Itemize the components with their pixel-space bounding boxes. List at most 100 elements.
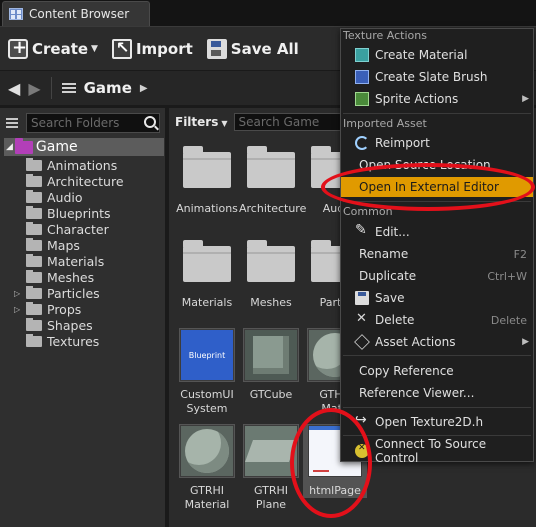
forward-arrow-icon[interactable]: ▶ — [28, 79, 40, 98]
asset-folder-tile[interactable]: Meshes — [239, 236, 303, 310]
menu-create-material[interactable]: Create Material — [341, 45, 533, 65]
section-texture-actions: Texture Actions — [343, 29, 427, 42]
asset-label-line: Material — [184, 498, 230, 511]
expand-arrow-icon[interactable]: ▷ — [14, 289, 20, 298]
import-button[interactable]: Import — [111, 38, 193, 59]
tree-folder-item[interactable]: Textures — [14, 333, 164, 349]
menu-edit[interactable]: Edit... — [341, 222, 533, 242]
edit-icon — [355, 222, 369, 239]
folder-icon — [26, 189, 42, 203]
filters-button[interactable]: Filters ▼ — [175, 115, 228, 129]
asset-folder-tile[interactable]: Materials — [175, 236, 239, 310]
tree-folder-label: Maps — [47, 237, 80, 253]
tree-root-game[interactable]: ◢ Game — [4, 137, 164, 156]
menu-reference-viewer-label: Reference Viewer... — [359, 386, 475, 400]
menu-reimport[interactable]: Reimport — [341, 133, 533, 153]
folder-icon — [247, 240, 295, 282]
menu-asset-actions-label: Asset Actions — [375, 335, 456, 349]
folder-icon — [26, 301, 42, 315]
path-divider — [50, 77, 52, 99]
asset-folder-tile[interactable]: Architecture — [239, 142, 307, 216]
menu-sprite-actions-label: Sprite Actions — [375, 92, 459, 106]
menu-open-header[interactable]: Open Texture2D.h — [341, 412, 533, 432]
asset-tile[interactable]: Blueprint CustomUI System — [175, 328, 239, 416]
folder-search-input[interactable]: Search Folders — [26, 113, 160, 133]
folder-icon — [26, 253, 42, 267]
menu-asset-actions[interactable]: Asset Actions ▶ — [341, 332, 533, 352]
tree-folder-item[interactable]: Blueprints — [14, 205, 164, 221]
asset-tile[interactable]: GTRHI Material — [175, 424, 239, 512]
asset-folder-tile[interactable]: Animations — [175, 142, 239, 216]
context-menu: Texture Actions Create Material Create S… — [340, 28, 534, 465]
folder-list-icon[interactable] — [61, 82, 76, 94]
menu-reimport-label: Reimport — [375, 136, 430, 150]
menu-copy-reference[interactable]: Copy Reference — [341, 361, 533, 381]
search-icon — [144, 116, 156, 128]
asset-label-line: GTRHI — [189, 484, 224, 497]
save-all-label: Save All — [230, 39, 299, 58]
menu-delete[interactable]: Delete Delete — [341, 310, 533, 330]
material-icon — [355, 48, 369, 62]
source-control-icon — [355, 443, 369, 458]
collapse-arrow-icon[interactable]: ◢ — [6, 142, 13, 152]
asset-label-line: System — [186, 402, 228, 415]
asset-search-input[interactable]: Search Game — [233, 113, 354, 131]
back-arrow-icon[interactable]: ◀ — [8, 79, 20, 98]
tree-folder-item[interactable]: Materials — [14, 253, 164, 269]
tree-folder-label: Particles — [47, 285, 100, 301]
tree-folder-item[interactable]: Animations — [14, 157, 164, 173]
asset-thumbnail — [179, 236, 235, 290]
menu-connect-source-control[interactable]: Connect To Source Control — [341, 437, 533, 465]
save-icon — [355, 291, 369, 305]
import-label: Import — [135, 39, 193, 58]
tree-folder-item[interactable]: Maps — [14, 237, 164, 253]
create-button[interactable]: Create ▼ — [8, 37, 98, 59]
tree-folder-item[interactable]: Architecture — [14, 173, 164, 189]
tree-folder-item[interactable]: ▷ Particles — [14, 285, 164, 301]
content-browser-tab[interactable]: Content Browser — [2, 1, 150, 26]
menu-edit-label: Edit... — [375, 225, 410, 239]
menu-duplicate-label: Duplicate — [359, 269, 417, 283]
tree-folder-label: Meshes — [47, 269, 95, 285]
tree-folder-item[interactable]: ▷ Props — [14, 301, 164, 317]
asset-label: Materials — [181, 296, 233, 309]
tree-folder-item[interactable]: Meshes — [14, 269, 164, 285]
menu-open-external-editor[interactable]: Open In External Editor — [341, 177, 533, 197]
section-imported-asset: Imported Asset — [343, 117, 427, 130]
save-all-button[interactable]: Save All — [206, 38, 299, 59]
menu-duplicate[interactable]: Duplicate Ctrl+W — [341, 266, 533, 286]
asset-label: Architecture — [239, 202, 307, 215]
menu-create-material-label: Create Material — [375, 48, 468, 62]
tree-folder-item[interactable]: Audio — [14, 189, 164, 205]
asset-label: GTRHI Plane — [239, 484, 303, 512]
plane-mesh-thumbnail — [245, 426, 297, 476]
folder-icon — [26, 173, 42, 187]
create-label: Create — [32, 39, 89, 58]
tree-folder-item[interactable]: Character — [14, 221, 164, 237]
folder-icon — [26, 157, 42, 171]
asset-thumbnail — [243, 236, 299, 290]
expand-arrow-icon[interactable]: ▷ — [14, 305, 20, 314]
menu-open-source-location[interactable]: Open Source Location — [341, 155, 533, 175]
menu-sprite-actions[interactable]: Sprite Actions ▶ — [341, 89, 533, 109]
save-all-icon — [206, 38, 227, 59]
asset-thumbnail: Blueprint — [179, 328, 235, 382]
menu-save[interactable]: Save — [341, 288, 533, 308]
tree-folder-label: Shapes — [47, 317, 93, 333]
breadcrumb-arrow-icon[interactable]: ▶ — [140, 83, 148, 94]
menu-divider — [343, 201, 531, 202]
tree-folder-label: Blueprints — [47, 205, 111, 221]
filters-dropdown-icon: ▼ — [221, 119, 228, 128]
asset-tile[interactable]: GTCube — [239, 328, 303, 402]
asset-tile[interactable]: GTRHI Plane — [239, 424, 303, 512]
menu-create-slate-brush[interactable]: Create Slate Brush — [341, 67, 533, 87]
content-browser-icon — [9, 8, 23, 20]
submenu-arrow-icon: ▶ — [522, 337, 529, 347]
sources-panel-icon[interactable] — [4, 115, 22, 131]
breadcrumb-game[interactable]: Game — [84, 79, 132, 97]
tree-folder-item[interactable]: Shapes — [14, 317, 164, 333]
menu-connect-source-control-label: Connect To Source Control — [375, 437, 487, 465]
menu-create-slate-brush-label: Create Slate Brush — [375, 70, 488, 84]
menu-rename[interactable]: Rename F2 — [341, 244, 533, 264]
menu-reference-viewer[interactable]: Reference Viewer... — [341, 383, 533, 403]
